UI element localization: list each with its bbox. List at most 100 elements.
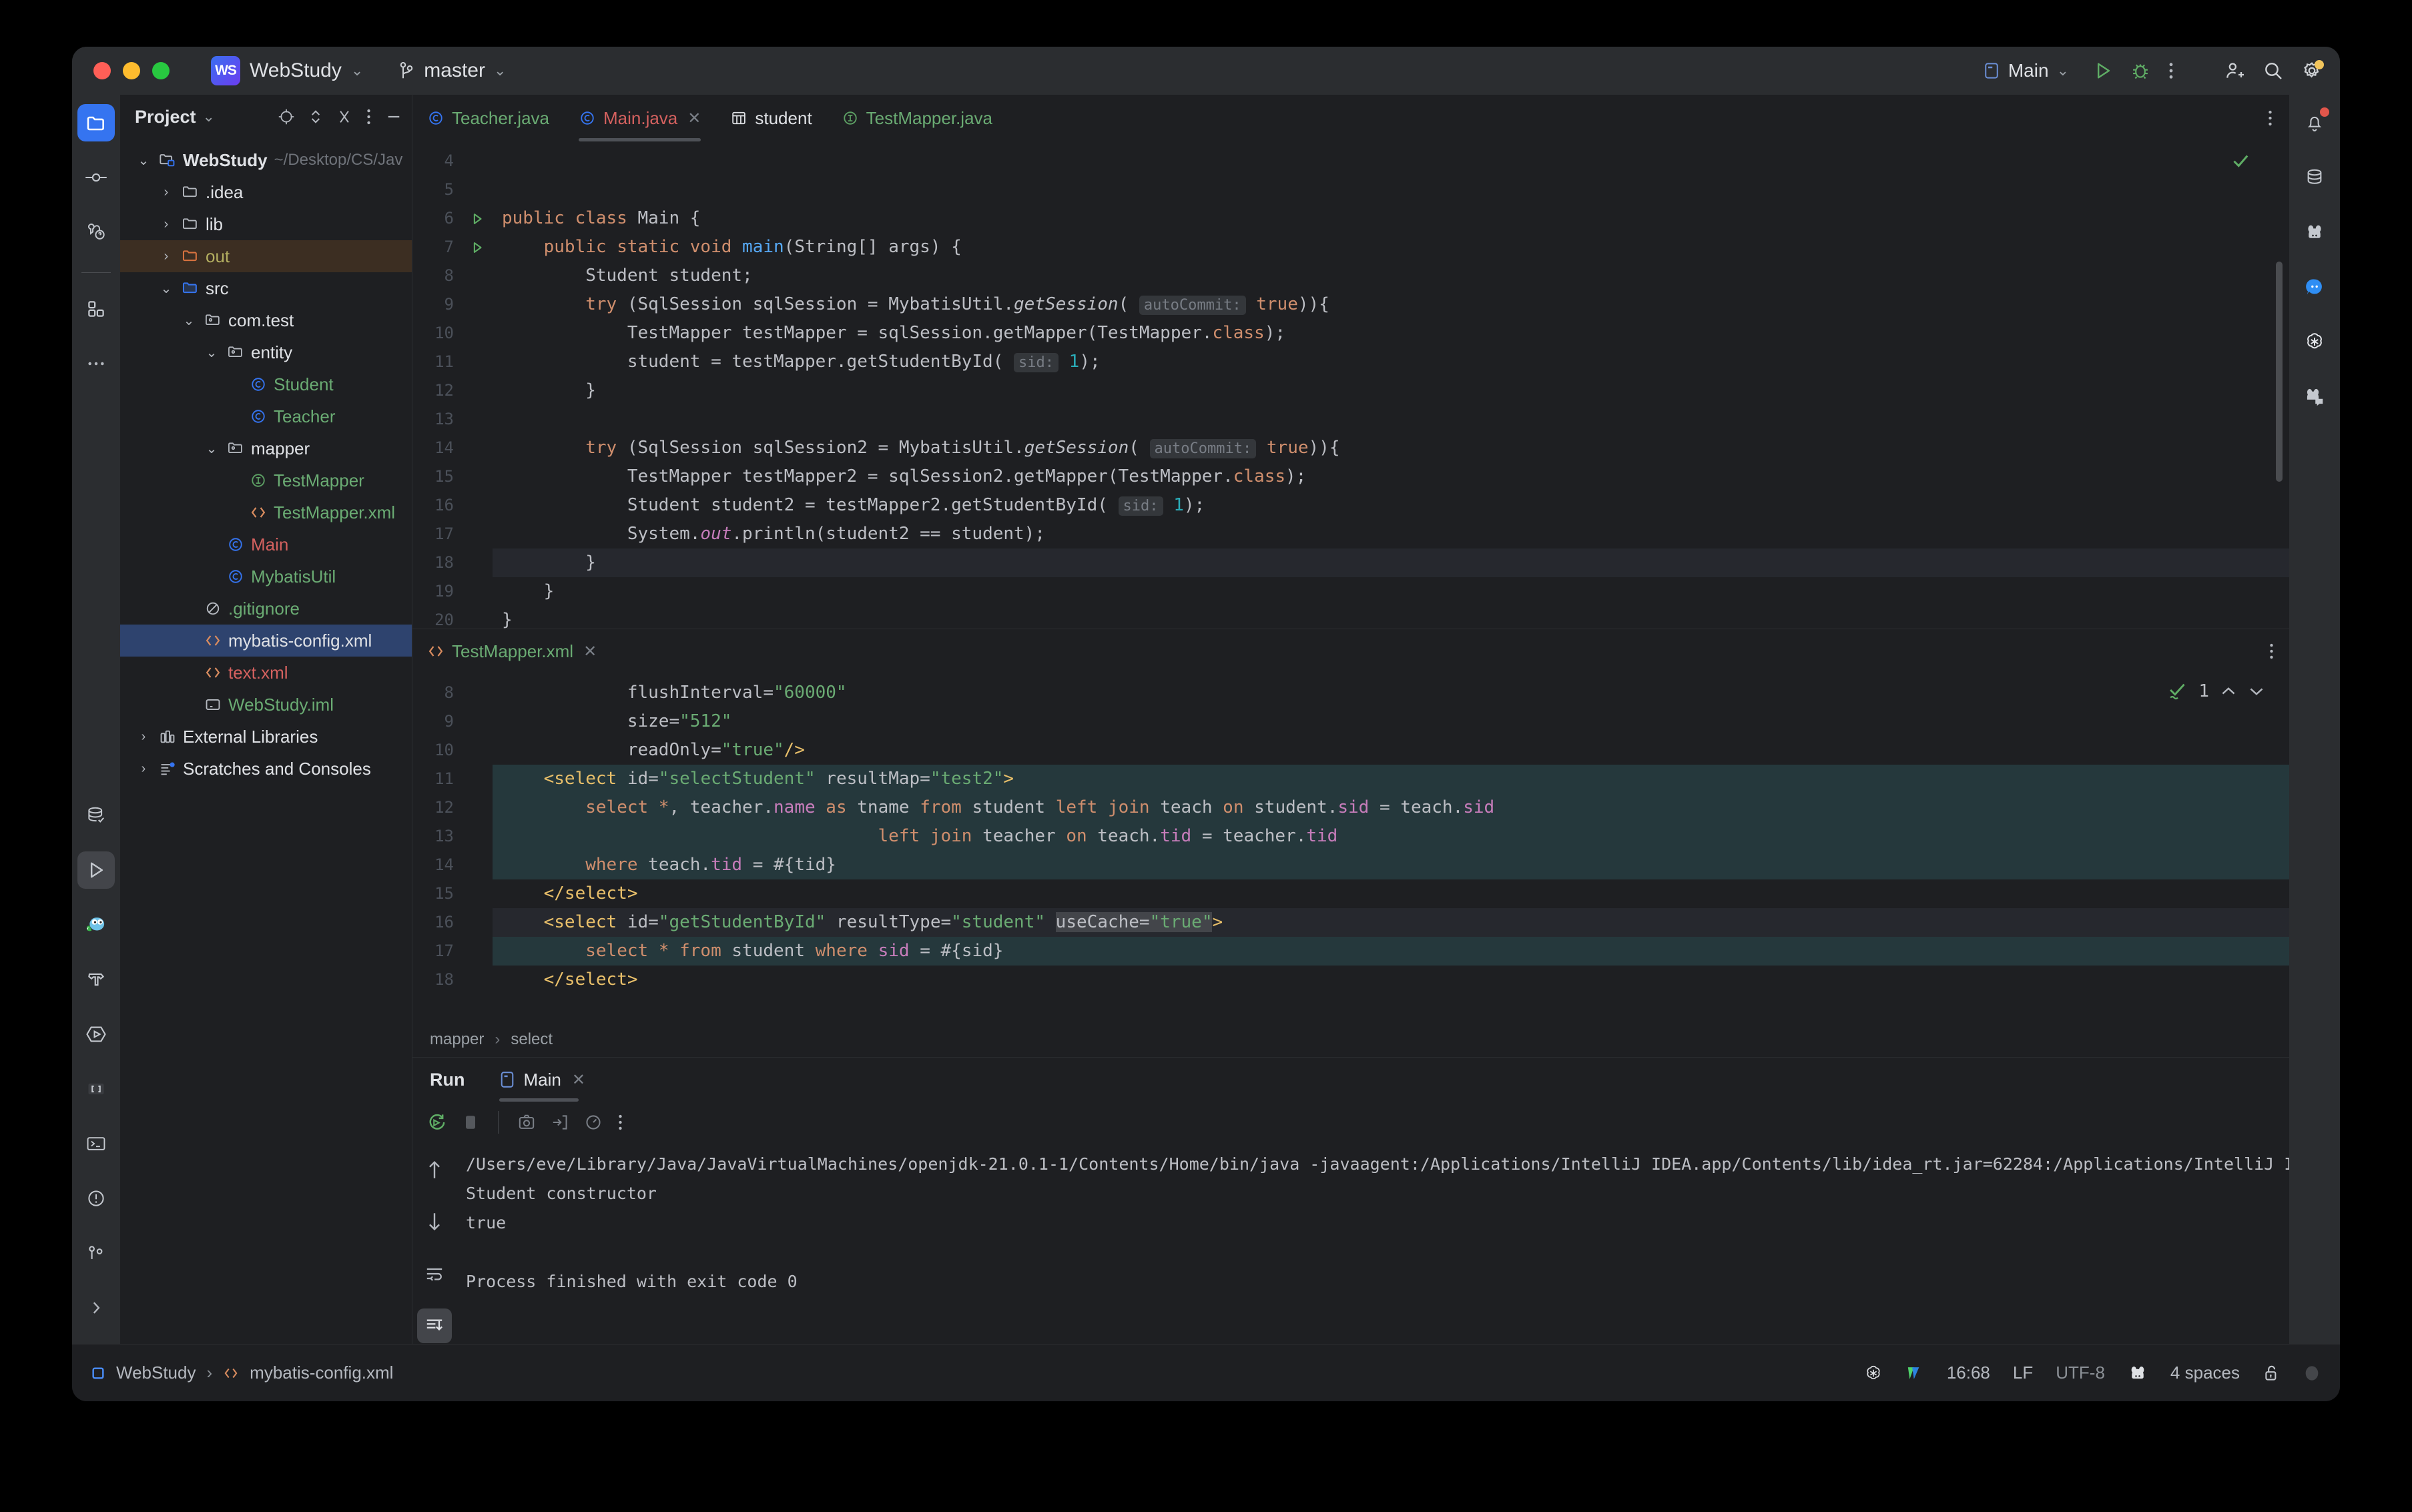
sidebar-item-services[interactable]	[77, 1016, 115, 1053]
sidebar-item-build[interactable]	[77, 961, 115, 998]
code-line[interactable]: TestMapper testMapper = sqlSession.getMa…	[493, 319, 2289, 348]
tree-item-mapper[interactable]: ⌄mapper	[120, 432, 412, 464]
line-separator[interactable]: LF	[2013, 1363, 2033, 1383]
tree-item-scratches-and-consoles[interactable]: ›Scratches and Consoles	[120, 753, 412, 785]
add-user-icon[interactable]	[2224, 60, 2245, 81]
ai-chat-button[interactable]	[2296, 268, 2333, 306]
chevron-down-icon[interactable]: ⌄	[203, 108, 215, 125]
minimize-window-button[interactable]	[123, 62, 140, 79]
vim-icon[interactable]	[1905, 1364, 1924, 1383]
tree-item-entity[interactable]: ⌄entity	[120, 336, 412, 368]
branch-selector[interactable]: master ⌄	[398, 59, 506, 82]
more-vertical-icon[interactable]	[2269, 642, 2275, 661]
minimize-icon[interactable]	[385, 108, 402, 125]
chevron-down-icon[interactable]: ⌄	[180, 312, 198, 329]
screenshot-icon[interactable]	[517, 1113, 536, 1132]
more-vertical-icon[interactable]	[617, 1113, 623, 1132]
code-line[interactable]	[493, 147, 2289, 175]
tree-item-lib[interactable]: ›lib	[120, 208, 412, 240]
xml-code-line[interactable]: select * from student where sid = #{sid}	[493, 937, 2289, 966]
database-button[interactable]	[2296, 159, 2333, 196]
window-controls[interactable]	[93, 62, 170, 79]
console-output[interactable]: /Users/eve/Library/Java/JavaVirtualMachi…	[457, 1143, 2289, 1344]
xml-code-line[interactable]: flushInterval="60000"	[493, 679, 2289, 707]
code-line[interactable]: try (SqlSession sqlSession2 = MybatisUti…	[493, 434, 2289, 462]
sidebar-item-commit[interactable]	[77, 159, 115, 196]
tree-item-gitignore[interactable]: .gitignore	[120, 593, 412, 625]
scroll-up-icon[interactable]	[417, 1152, 452, 1187]
project-selector[interactable]: WS WebStudy ⌄	[211, 56, 363, 85]
xml-code-content[interactable]: flushInterval="60000" size="512" readOnl…	[493, 673, 2289, 1022]
breadcrumb-item[interactable]: mapper	[430, 1030, 484, 1049]
inspection-widget[interactable]: 1	[2168, 681, 2265, 701]
sidebar-item-more[interactable]	[77, 345, 115, 382]
more-vertical-icon[interactable]	[2267, 109, 2273, 127]
tree-item-idea[interactable]: ›.idea	[120, 176, 412, 208]
sidebar-item-terminal[interactable]	[77, 1125, 115, 1162]
run-configuration-selector[interactable]: Main ⌄	[1976, 57, 2076, 84]
code-line[interactable]: System.out.println(student2 == student);	[493, 520, 2289, 548]
editor-tab-testmapper-java[interactable]: TestMapper.java	[827, 95, 1007, 141]
run-toolbar[interactable]	[412, 1102, 2289, 1143]
editor-tab-student[interactable]: student	[715, 95, 826, 141]
java-editor[interactable]: 456789101112131415161718192021 public cl…	[412, 141, 2289, 629]
console-side-toolbar[interactable]	[412, 1143, 457, 1344]
sidebar-item-problems[interactable]	[77, 1180, 115, 1217]
inspector-icon[interactable]	[2303, 1363, 2321, 1384]
inspection-ok-icon[interactable]	[2230, 151, 2250, 171]
xml-code-line[interactable]: <select id="selectStudent" resultMap="te…	[493, 765, 2289, 793]
xml-code-line[interactable]: </select>	[493, 879, 2289, 908]
sidebar-item-database[interactable]	[77, 797, 115, 834]
prev-problem-icon[interactable]	[2220, 685, 2237, 698]
tree-item-webstudy[interactable]: ⌄WebStudy~/Desktop/CS/Jav	[120, 144, 412, 176]
soft-wrap-icon[interactable]	[417, 1256, 452, 1291]
xml-code-line[interactable]: select *, teacher.name as tname from stu…	[493, 793, 2289, 822]
code-line[interactable]: student = testMapper.getStudentById( sid…	[493, 348, 2289, 376]
scroll-down-icon[interactable]	[417, 1204, 452, 1239]
status-project-name[interactable]: WebStudy	[116, 1363, 196, 1383]
chevron-down-icon[interactable]: ⌄	[203, 344, 220, 361]
sidebar-item-plugins[interactable]	[77, 290, 115, 328]
tree-item-com-test[interactable]: ⌄com.test	[120, 304, 412, 336]
sidebar-item-go[interactable]	[77, 906, 115, 943]
close-icon[interactable]: ✕	[583, 642, 597, 661]
close-window-button[interactable]	[93, 62, 111, 79]
export-icon[interactable]	[551, 1113, 569, 1132]
sidebar-item-run[interactable]	[77, 851, 115, 889]
file-encoding[interactable]: UTF-8	[2056, 1363, 2105, 1383]
chevron-right-icon[interactable]: ›	[158, 249, 175, 264]
code-line[interactable]: public static void main(String[] args) {	[493, 233, 2289, 262]
lock-open-icon[interactable]	[2263, 1364, 2280, 1383]
xml-code-line[interactable]: </select>	[493, 966, 2289, 994]
tree-item-out[interactable]: ›out	[120, 240, 412, 272]
tree-item-external-libraries[interactable]: ›External Libraries	[120, 721, 412, 753]
expand-rail-button[interactable]	[77, 1289, 115, 1327]
status-file-name[interactable]: mybatis-config.xml	[250, 1363, 393, 1383]
sidebar-item-ai-assistant[interactable]	[77, 214, 115, 251]
tree-item-student[interactable]: Student	[120, 368, 412, 400]
code-line[interactable]: TestMapper testMapper2 = sqlSession2.get…	[493, 462, 2289, 491]
expand-collapse-icon[interactable]	[308, 108, 323, 125]
chevron-right-icon[interactable]: ›	[135, 761, 152, 777]
tree-item-teacher[interactable]: Teacher	[120, 400, 412, 432]
sidebar-item-structure[interactable]	[77, 1070, 115, 1108]
code-with-me-button[interactable]	[2296, 378, 2333, 415]
chevron-down-icon[interactable]: ⌄	[158, 280, 175, 297]
sidebar-item-version-control[interactable]	[77, 1234, 115, 1272]
xml-code-line[interactable]: left join teacher on teach.tid = teacher…	[493, 822, 2289, 851]
code-line[interactable]: Student student2 = testMapper2.getStuden…	[493, 491, 2289, 520]
tree-item-mybatis-config-xml[interactable]: mybatis-config.xml	[120, 625, 412, 657]
tree-item-src[interactable]: ⌄src	[120, 272, 412, 304]
project-tree[interactable]: ⌄WebStudy~/Desktop/CS/Jav›.idea›lib›out⌄…	[120, 139, 412, 785]
run-tab-main[interactable]: Main ✕	[490, 1058, 594, 1102]
code-line[interactable]: Student student;	[493, 262, 2289, 290]
caret-position[interactable]: 16:68	[1947, 1363, 1990, 1383]
run-icon[interactable]	[2093, 61, 2113, 81]
search-icon[interactable]	[2263, 60, 2284, 81]
bunny-icon[interactable]	[2128, 1364, 2148, 1383]
xml-code-line[interactable]: where teach.tid = #{tid}	[493, 851, 2289, 879]
code-line[interactable]: }	[493, 548, 2289, 577]
scroll-to-end-icon[interactable]	[417, 1308, 452, 1343]
indent-setting[interactable]: 4 spaces	[2170, 1363, 2240, 1383]
tree-item-mybatisutil[interactable]: MybatisUtil	[120, 560, 412, 593]
